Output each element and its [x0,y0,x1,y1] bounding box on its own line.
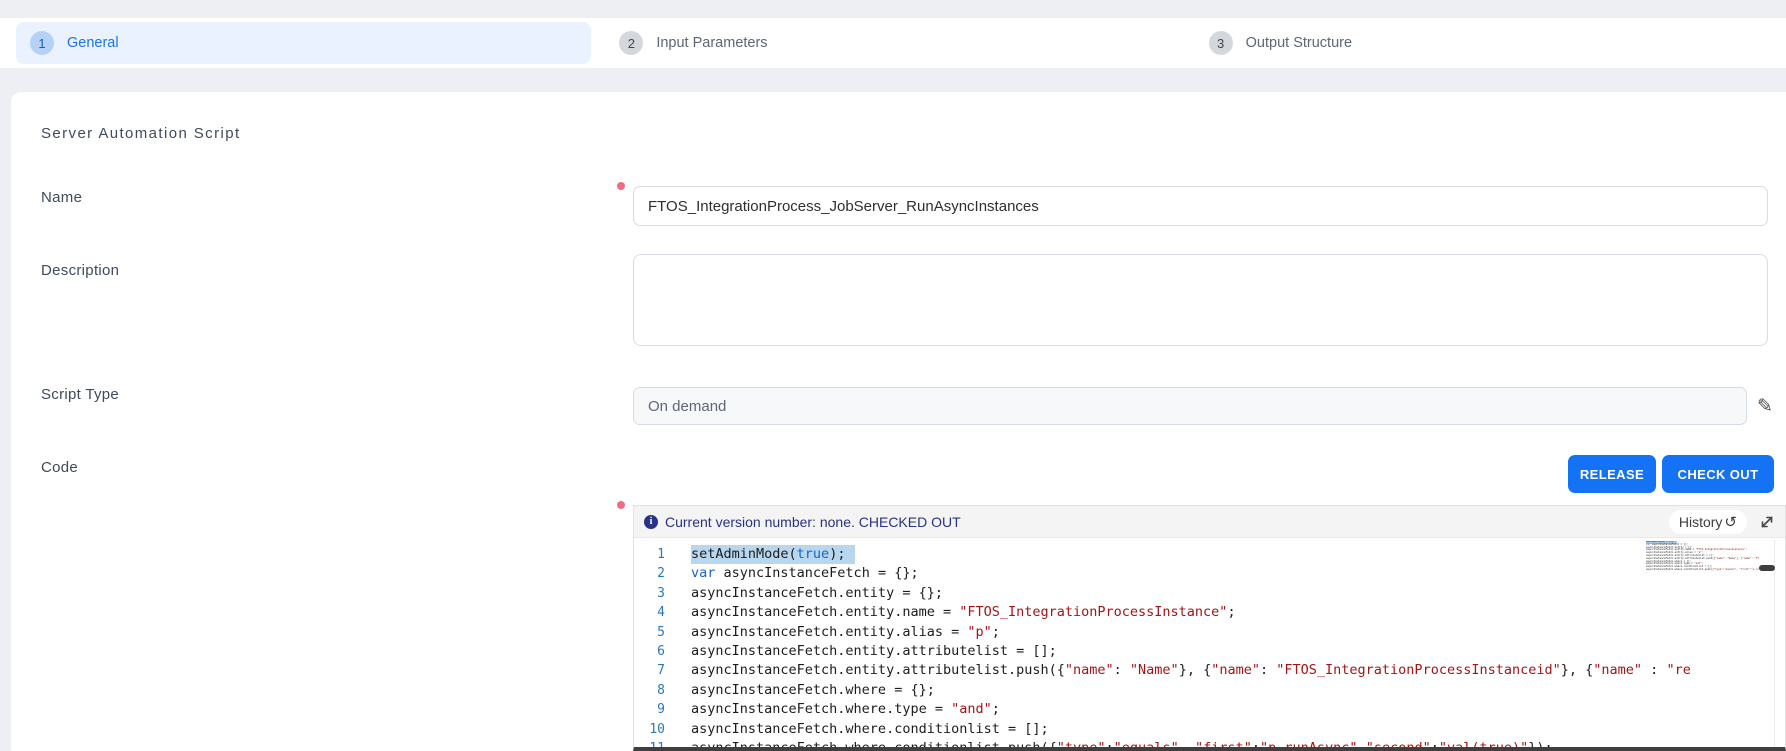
line-number: 11 [634,739,691,747]
description-label: Description [41,262,119,279]
step-label: Input Parameters [656,35,767,51]
step-label: General [67,35,119,51]
pencil-icon[interactable]: ✎ [1757,397,1773,416]
info-icon: i [644,515,658,529]
code-line[interactable]: 3asyncInstanceFetch.entity = {}; [634,584,1785,603]
step-label: Output Structure [1246,35,1352,51]
required-dot [617,501,625,509]
code-editor-content[interactable]: 1setAdminMode(true);2var asyncInstanceFe… [634,539,1785,747]
line-number: 1 [634,545,691,564]
required-dot [617,182,625,190]
code-editor-panel: i Current version number: none. CHECKED … [633,505,1786,751]
check-out-button[interactable]: CHECK OUT [1662,455,1774,493]
code-line[interactable]: 7asyncInstanceFetch.entity.attributelist… [634,661,1785,680]
step-input-parameters[interactable]: 2 Input Parameters [605,22,1180,64]
step-number-badge: 1 [30,31,54,55]
wizard-stepper: 1 General 2 Input Parameters 3 Output St… [0,18,1786,68]
code-minimap[interactable]: setAdminMode(true);var asyncInstanceFetc… [1646,541,1759,671]
line-number: 6 [634,642,691,661]
history-undo-icon: ↺ [1724,513,1737,531]
code-line[interactable]: 5asyncInstanceFetch.entity.alias = "p"; [634,623,1785,642]
code-line[interactable]: 11asyncInstanceFetch.where.conditionlist… [634,739,1785,747]
step-number-badge: 3 [1209,31,1233,55]
script-type-label: Script Type [41,386,119,403]
code-line[interactable]: 9asyncInstanceFetch.where.type = "and"; [634,700,1785,719]
page: 1 General 2 Input Parameters 3 Output St… [0,0,1786,751]
step-general[interactable]: 1 General [16,22,591,64]
code-line[interactable]: 2var asyncInstanceFetch = {}; [634,564,1785,583]
code-version-bar: i Current version number: none. CHECKED … [634,506,1785,538]
name-label: Name [41,189,82,206]
scrollbar-track-divider [1774,539,1775,747]
code-line[interactable]: 10asyncInstanceFetch.where.conditionlist… [634,720,1785,739]
line-number: 5 [634,623,691,642]
step-number-badge: 2 [619,31,643,55]
line-number: 7 [634,661,691,680]
code-line[interactable]: 4asyncInstanceFetch.entity.name = "FTOS_… [634,603,1785,622]
history-button[interactable]: History ↺ [1669,510,1747,534]
line-number: 4 [634,603,691,622]
script-type-input[interactable] [633,387,1747,425]
code-line[interactable]: 8asyncInstanceFetch.where = {}; [634,681,1785,700]
scrollbar-thumb[interactable] [1759,565,1775,571]
history-label: History [1679,514,1723,530]
line-number: 9 [634,700,691,719]
description-textarea[interactable] [633,254,1768,346]
name-input[interactable] [633,186,1768,226]
release-button[interactable]: RELEASE [1568,455,1656,493]
form-card: Server Automation Script Name Descriptio… [11,92,1786,751]
version-info-text: Current version number: none. CHECKED OU… [665,514,961,530]
line-number: 2 [634,564,691,583]
page-title: Server Automation Script [41,125,241,142]
expand-icon[interactable] [1759,514,1775,530]
line-number: 10 [634,720,691,739]
step-output-structure[interactable]: 3 Output Structure [1195,22,1770,64]
code-line[interactable]: 1setAdminMode(true); [634,545,1785,564]
code-label: Code [41,459,78,476]
line-number: 8 [634,681,691,700]
code-line[interactable]: 6asyncInstanceFetch.entity.attributelist… [634,642,1785,661]
line-number: 3 [634,584,691,603]
